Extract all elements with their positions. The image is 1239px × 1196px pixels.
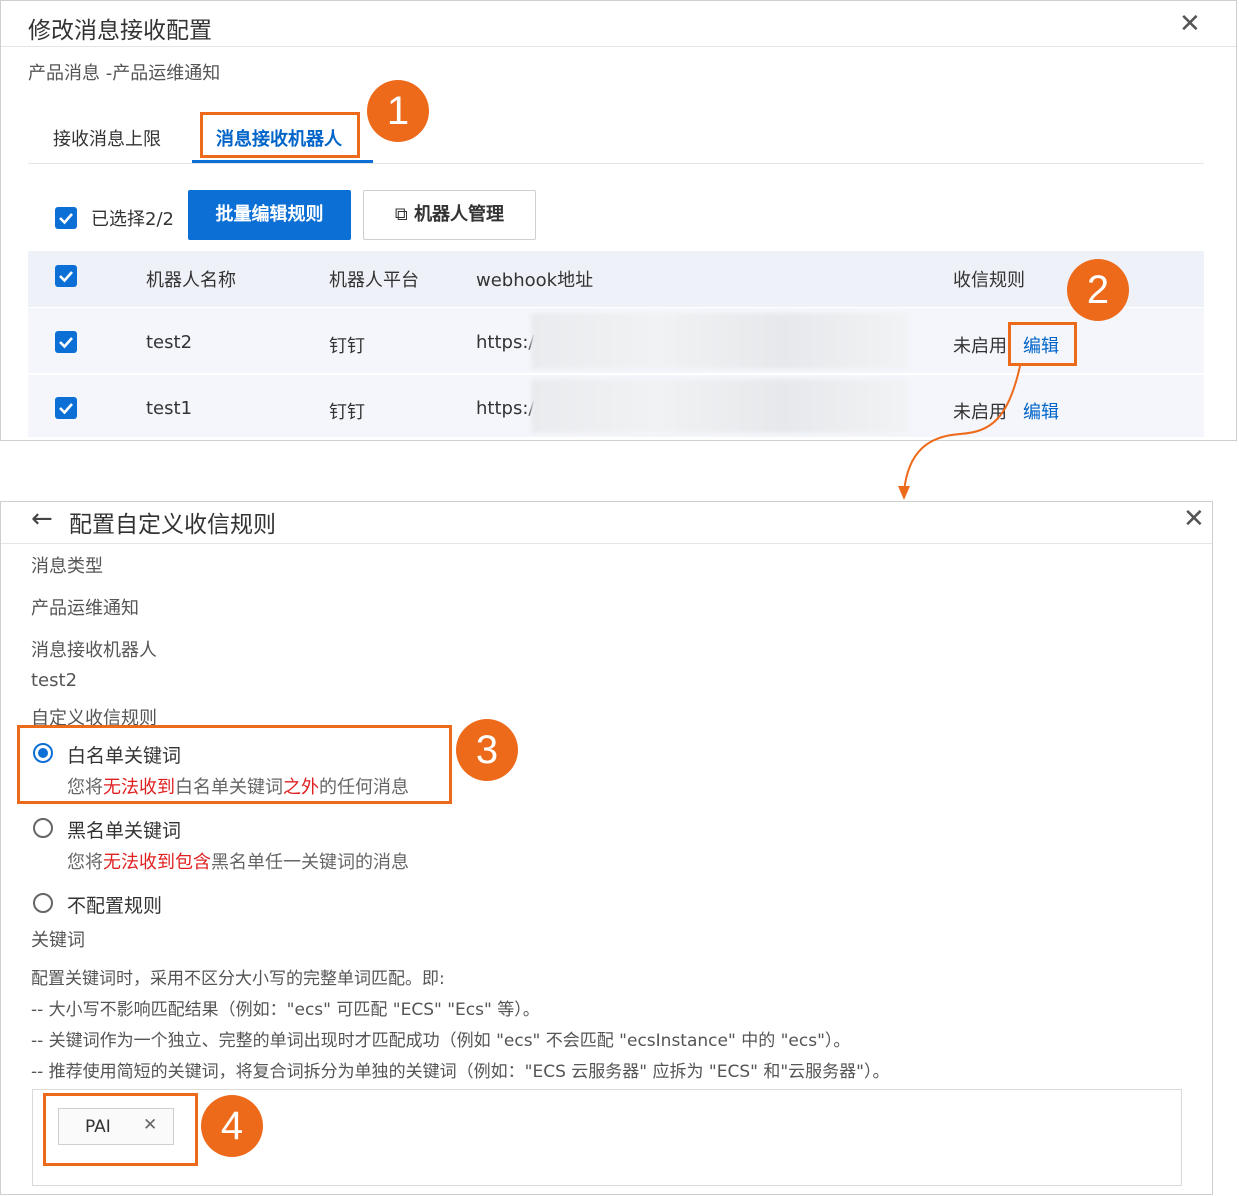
col-robot-platform: 机器人平台 [329, 270, 419, 291]
back-arrow-icon[interactable]: ← [31, 504, 53, 534]
keyword-note: -- 大小写不影响匹配结果（例如："ecs" 可匹配 "ECS" "Ecs" 等… [31, 1000, 540, 1020]
step-badge-1: 1 [367, 80, 429, 142]
close-icon[interactable]: ✕ [1183, 504, 1205, 534]
rule-status: 未启用 [953, 336, 1007, 357]
robot-manage-button[interactable]: ⧉ 机器人管理 [363, 190, 536, 240]
dialog-title: 修改消息接收配置 [28, 18, 212, 44]
msg-type-label: 消息类型 [31, 556, 103, 577]
tab-receive-limit[interactable]: 接收消息上限 [53, 125, 161, 151]
webhook-url: https:/ [476, 398, 535, 419]
select-all-checkbox[interactable] [55, 207, 77, 229]
blacklist-radio[interactable] [33, 818, 53, 838]
external-link-icon: ⧉ [394, 204, 408, 225]
active-tab-indicator [192, 160, 373, 163]
blacklist-desc: 您将无法收到包含黑名单任一关键词的消息 [67, 852, 409, 873]
close-icon[interactable]: ✕ [1179, 9, 1201, 39]
dialog-title: 配置自定义收信规则 [69, 512, 276, 538]
robot-name: test2 [146, 332, 193, 353]
blurred-webhook [531, 313, 909, 369]
keyword-label: 关键词 [31, 930, 85, 951]
highlight-box-3 [17, 725, 452, 804]
selected-count: 已选择2/2 [91, 209, 174, 230]
keyword-note: -- 关键词作为一个独立、完整的单词出现时才匹配成功（例如 "ecs" 不会匹配… [31, 1031, 851, 1051]
robot-value: test2 [31, 670, 78, 691]
custom-rule-dialog: ← 配置自定义收信规则 ✕ 消息类型 产品运维通知 消息接收机器人 test2 … [0, 501, 1213, 1195]
divider [1, 46, 1236, 47]
row-checkbox[interactable] [55, 397, 77, 419]
msg-type-value: 产品运维通知 [31, 598, 139, 619]
robot-name: test1 [146, 398, 193, 419]
blurred-webhook [531, 379, 909, 433]
keyword-note: 配置关键词时，采用不区分大小写的完整单词匹配。即: [31, 969, 445, 989]
robot-label: 消息接收机器人 [31, 640, 157, 661]
col-receive-rule: 收信规则 [953, 270, 1025, 291]
tab-divider [28, 163, 1204, 164]
robot-platform: 钉钉 [329, 402, 365, 423]
robot-manage-label: 机器人管理 [414, 204, 505, 225]
divider [1, 543, 1212, 544]
batch-edit-rules-button[interactable]: 批量编辑规则 [188, 190, 351, 240]
header-checkbox[interactable] [55, 265, 77, 287]
receive-config-dialog: 修改消息接收配置 ✕ 产品消息 -产品运维通知 接收消息上限 消息接收机器人 已… [0, 0, 1237, 441]
dialog-subtitle: 产品消息 -产品运维通知 [28, 63, 221, 84]
row-checkbox[interactable] [55, 331, 77, 353]
no-rule-option-label[interactable]: 不配置规则 [67, 891, 162, 918]
connector-arrow [898, 365, 1021, 500]
step-badge-2: 2 [1067, 259, 1129, 321]
highlight-box-4 [43, 1093, 198, 1166]
col-robot-name: 机器人名称 [146, 270, 236, 291]
blacklist-option-label[interactable]: 黑名单关键词 [67, 816, 181, 843]
no-rule-radio[interactable] [33, 893, 53, 913]
robot-platform: 钉钉 [329, 336, 365, 357]
keyword-note: -- 推荐使用简短的关键词，将复合词拆分为单独的关键词（例如："ECS 云服务器… [31, 1062, 890, 1082]
webhook-url: https:/ [476, 332, 535, 353]
step-badge-3: 3 [456, 719, 518, 781]
col-webhook: webhook地址 [476, 270, 594, 291]
step-badge-4: 4 [201, 1095, 263, 1157]
highlight-box-1 [200, 112, 360, 158]
